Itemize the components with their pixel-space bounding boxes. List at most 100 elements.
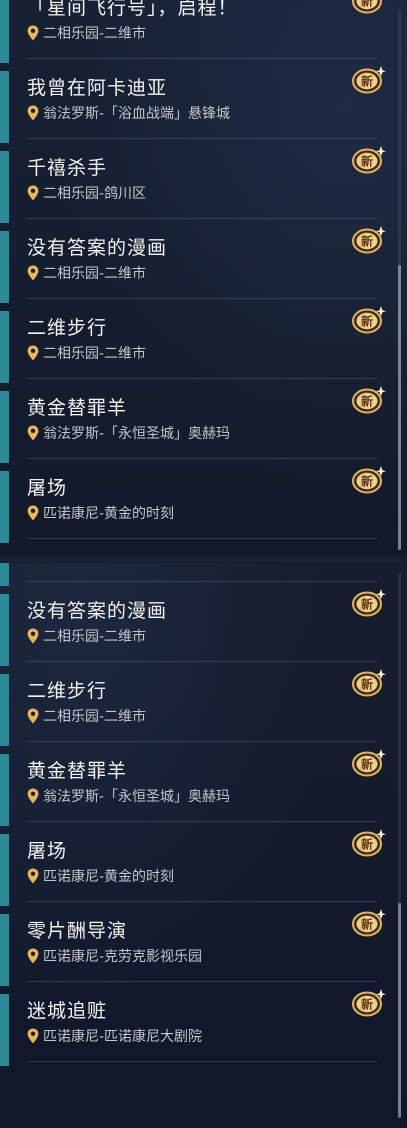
quest-title: 迷城追赃 bbox=[27, 1000, 108, 1022]
location-pin-icon bbox=[27, 105, 39, 121]
entry-accent-bar bbox=[0, 71, 9, 143]
entry-divider bbox=[27, 298, 378, 299]
location-pin-icon bbox=[27, 185, 39, 201]
location-pin-icon bbox=[27, 788, 39, 804]
location-pin-icon bbox=[27, 505, 39, 521]
quest-entry[interactable]: 没有答案的漫画 二相乐园-二维市 新 bbox=[0, 226, 390, 311]
entry-divider bbox=[27, 821, 378, 822]
entry-divider bbox=[27, 981, 378, 982]
entry-divider bbox=[27, 901, 378, 902]
location-pin-icon bbox=[27, 25, 39, 41]
svg-text:新: 新 bbox=[361, 837, 373, 852]
new-badge-icon: 新 bbox=[352, 306, 386, 334]
new-badge-icon: 新 bbox=[352, 989, 386, 1017]
entry-divider bbox=[27, 1061, 378, 1062]
svg-text:新: 新 bbox=[361, 917, 373, 932]
new-badge-icon: 新 bbox=[352, 226, 386, 254]
scrollbar-thumb[interactable] bbox=[398, 265, 401, 550]
quest-list-bottom-panel[interactable]: 二相乐园-鸽川区没有答案的漫画二相乐园-二维市新二维步行二相乐园-二维市新黄金替… bbox=[0, 563, 407, 1128]
quest-location-text: 二相乐园-二维市 bbox=[43, 709, 147, 725]
quest-entry[interactable]: 千禧杀手 二相乐园-鸽川区 新 bbox=[0, 146, 390, 231]
entry-accent-bar bbox=[0, 674, 9, 746]
quest-entry[interactable]: 我曾在阿卡迪亚翁法罗斯-「浴血战端」悬锋城 新 bbox=[0, 66, 390, 151]
quest-entry[interactable]: 迷城追赃匹诺康尼-匹诺康尼大剧院 新 bbox=[0, 989, 390, 1074]
location-pin-icon bbox=[27, 1028, 39, 1044]
entry-accent-bar bbox=[0, 471, 9, 543]
new-badge-icon: 新 bbox=[352, 0, 382, 14]
new-badge-icon: 新 bbox=[352, 749, 386, 777]
quest-title: 屠场 bbox=[27, 840, 68, 862]
quest-location-text: 二相乐园-二维市 bbox=[43, 266, 147, 282]
location-pin-icon bbox=[32, 563, 34, 564]
quest-location: 翁法罗斯-「浴血战端」悬锋城 bbox=[27, 103, 230, 123]
quest-location: 匹诺康尼-黄金的时刻 bbox=[27, 503, 174, 523]
new-badge-icon: 新 bbox=[352, 909, 386, 937]
quest-entry[interactable]: 二相乐园-鸽川区 bbox=[0, 563, 390, 594]
quest-location: 二相乐园-二维市 bbox=[27, 626, 146, 646]
new-badge-icon: 新 bbox=[352, 146, 386, 174]
quest-title: 黄金替罪羊 bbox=[27, 760, 128, 782]
quest-location: 匹诺康尼-黄金的时刻 bbox=[27, 866, 174, 886]
quest-location-text: 匹诺康尼-匹诺康尼大剧院 bbox=[43, 1029, 203, 1045]
new-badge-icon: 新 bbox=[352, 829, 386, 857]
quest-location: 匹诺康尼-匹诺康尼大剧院 bbox=[27, 1026, 202, 1046]
quest-entry[interactable]: 屠场匹诺康尼-黄金的时刻 新 bbox=[0, 829, 390, 914]
quest-entry[interactable]: 二维步行二相乐园-二维市 新 bbox=[0, 669, 390, 754]
svg-text:新: 新 bbox=[361, 314, 373, 329]
quest-location: 二相乐园-二维市 bbox=[27, 343, 146, 363]
svg-text:新: 新 bbox=[361, 597, 373, 612]
quest-location-text: 匹诺康尼-黄金的时刻 bbox=[43, 506, 175, 522]
quest-entry[interactable]: 「星间飞行号」，启程！ 二相乐园-二维市 新 bbox=[0, 0, 390, 71]
svg-text:新: 新 bbox=[361, 757, 373, 772]
quest-list-top-panel[interactable]: 「星间飞行号」，启程！ 二相乐园-二维市新我曾在阿卡迪亚 翁法罗斯-「浴血战端」悬锋… bbox=[0, 0, 407, 555]
location-pin-icon bbox=[27, 628, 39, 644]
entry-accent-bar bbox=[0, 914, 9, 986]
quest-location-text: 翁法罗斯-「永恒圣城」奥赫玛 bbox=[43, 426, 231, 442]
quest-location-text: 匹诺康尼-克劳克影视乐园 bbox=[43, 949, 203, 965]
svg-text:新: 新 bbox=[361, 154, 373, 169]
quest-location: 匹诺康尼-克劳克影视乐园 bbox=[27, 946, 202, 966]
entry-divider bbox=[27, 538, 378, 539]
entry-accent-bar bbox=[0, 834, 9, 906]
quest-title: 二维步行 bbox=[27, 680, 108, 702]
quest-title: 「星间飞行号」，启程！ bbox=[27, 0, 238, 19]
quest-location-text: 翁法罗斯-「浴血战端」悬锋城 bbox=[43, 106, 231, 122]
new-badge-icon: 新 bbox=[352, 589, 386, 617]
entry-accent-bar bbox=[0, 391, 9, 463]
location-pin-icon bbox=[27, 345, 39, 361]
quest-entry[interactable]: 没有答案的漫画二相乐园-二维市 新 bbox=[0, 589, 390, 674]
quest-title: 黄金替罪羊 bbox=[27, 397, 128, 419]
scrollbar-thumb[interactable] bbox=[398, 903, 401, 1118]
entry-accent-bar bbox=[0, 594, 9, 666]
quest-entry[interactable]: 黄金替罪羊 翁法罗斯-「永恒圣城」奥赫玛 新 bbox=[0, 749, 390, 834]
svg-text:新: 新 bbox=[361, 0, 373, 9]
quest-location-text: 二相乐园-二维市 bbox=[43, 26, 147, 42]
entry-divider bbox=[27, 458, 378, 459]
entry-accent-bar bbox=[0, 563, 9, 586]
location-pin-icon bbox=[27, 868, 39, 884]
entry-divider bbox=[27, 58, 378, 59]
entry-divider bbox=[27, 581, 378, 582]
quest-title: 我曾在阿卡迪亚 bbox=[27, 77, 168, 99]
quest-title: 二维步行 bbox=[27, 317, 108, 339]
new-badge-icon: 新 bbox=[352, 669, 386, 697]
quest-location-text: 二相乐园-鸽川区 bbox=[43, 563, 146, 566]
quest-entry[interactable]: 黄金替罪羊翁法罗斯-「永恒圣城」奥赫玛 新 bbox=[0, 386, 390, 471]
entry-divider bbox=[27, 218, 378, 219]
svg-text:新: 新 bbox=[361, 394, 373, 409]
svg-text:新: 新 bbox=[361, 74, 373, 89]
quest-title: 没有答案的漫画 bbox=[27, 600, 168, 622]
svg-text:新: 新 bbox=[361, 997, 373, 1012]
quest-entry[interactable]: 屠场 匹诺康尼-黄金的时刻 新 bbox=[0, 466, 390, 551]
entry-accent-bar bbox=[0, 994, 9, 1066]
quest-location-text: 二相乐园-二维市 bbox=[43, 629, 147, 645]
entry-divider bbox=[27, 741, 378, 742]
entry-accent-bar bbox=[0, 0, 9, 63]
quest-entry[interactable]: 零片酬导演匹诺康尼-克劳克影视乐园 新 bbox=[0, 909, 390, 994]
quest-title: 屠场 bbox=[27, 477, 68, 499]
quest-location-text: 匹诺康尼-黄金的时刻 bbox=[43, 869, 175, 885]
quest-location: 二相乐园-鸽川区 bbox=[27, 183, 146, 203]
svg-text:新: 新 bbox=[361, 677, 373, 692]
quest-title: 零片酬导演 bbox=[27, 920, 128, 942]
quest-entry[interactable]: 二维步行二相乐园-二维市 新 bbox=[0, 306, 390, 391]
